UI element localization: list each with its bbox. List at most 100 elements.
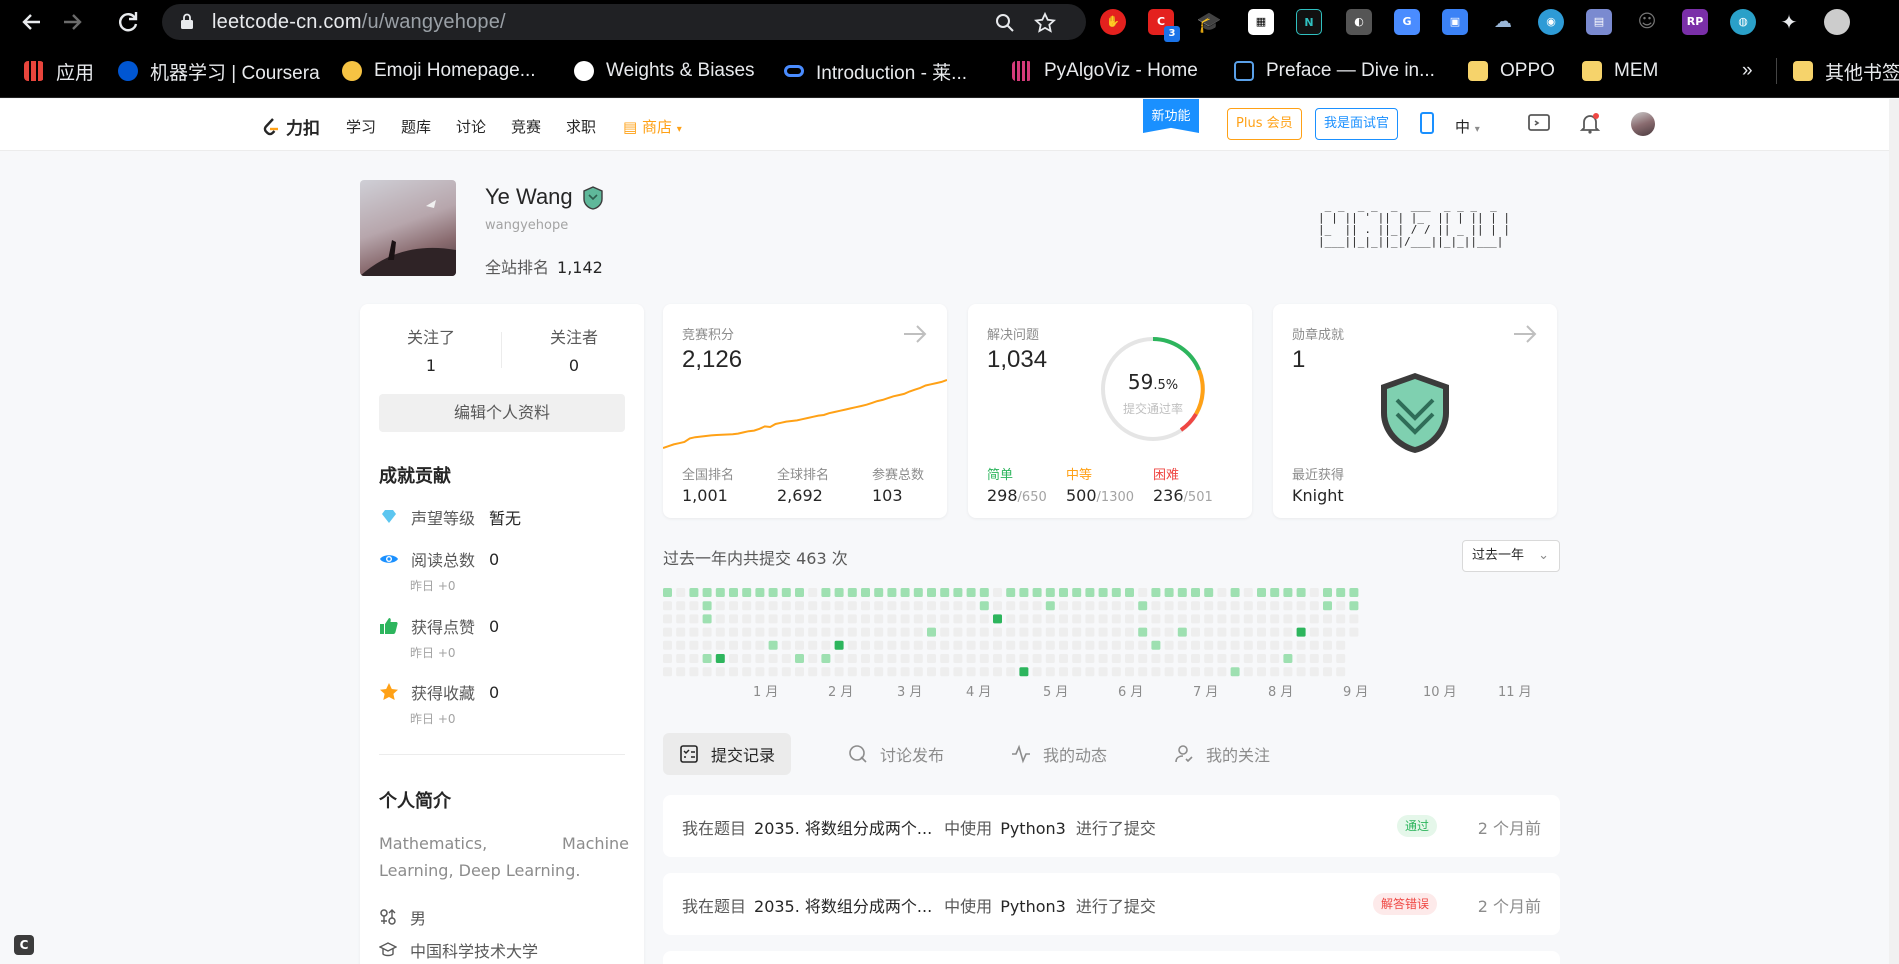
- translate-extension-icon[interactable]: G: [1394, 9, 1420, 35]
- reader-extension-icon[interactable]: ◐: [1346, 9, 1372, 35]
- heatmap-cell: [1283, 601, 1293, 611]
- heatmap-cell: [1191, 614, 1200, 624]
- c-corner-icon[interactable]: C: [14, 935, 34, 955]
- hard-value: 236: [1153, 486, 1184, 505]
- bookmark-emoji[interactable]: Emoji Homepage...: [342, 58, 536, 84]
- heatmap-cell: [702, 654, 712, 663]
- address-bar[interactable]: leetcode-cn.com/u/wangyehope/: [162, 4, 1086, 40]
- heatmap-range-select[interactable]: 过去一年 ⌄: [1462, 540, 1560, 572]
- nav-jobs[interactable]: 求职: [566, 116, 596, 137]
- circle-extension-icon[interactable]: ◉: [1538, 9, 1564, 35]
- heatmap-cell: [1072, 601, 1082, 611]
- site-header: 力扣 学习 题库 讨论 竞赛 求职 ▤ 商店 ▾ 中 ▾: [0, 99, 1899, 151]
- heatmap-cell: [1217, 614, 1227, 624]
- rp-extension-icon[interactable]: RP: [1682, 9, 1708, 35]
- rating-trend-series: [663, 379, 947, 449]
- heatmap-cell: [1296, 640, 1306, 650]
- box-extension-icon[interactable]: ▣: [1442, 9, 1468, 35]
- heatmap-cell: [913, 614, 923, 624]
- mobile-app-icon[interactable]: [1419, 111, 1435, 139]
- bookmark-pyalgoviz[interactable]: PyAlgoViz - Home: [1012, 58, 1198, 84]
- page-scrollbar[interactable]: [1889, 99, 1899, 964]
- playground-icon[interactable]: [1527, 112, 1551, 138]
- interviewer-button[interactable]: 我是面试官: [1315, 108, 1399, 140]
- tab-discussions[interactable]: 讨论发布: [832, 733, 960, 775]
- bookmark-star-icon[interactable]: [1033, 11, 1057, 34]
- n-extension-icon[interactable]: N: [1296, 9, 1322, 35]
- user-avatar[interactable]: [1631, 112, 1655, 136]
- status-badge[interactable]: 解答错误: [1372, 893, 1437, 915]
- heatmap-cell: [927, 588, 936, 597]
- heatmap-cell: [729, 627, 738, 637]
- bell-notification-icon[interactable]: [1578, 111, 1602, 139]
- nav-learn[interactable]: 学习: [346, 116, 376, 137]
- heatmap-month-label: 9 月: [1343, 685, 1368, 700]
- adblock-extension-icon[interactable]: ✋: [1100, 9, 1126, 35]
- heatmap-cell: [1243, 614, 1253, 624]
- zoom-icon[interactable]: [994, 12, 1016, 34]
- bookmark-oppo[interactable]: OPPO: [1468, 58, 1555, 84]
- bookmark-introduction[interactable]: Introduction - 莱...: [784, 58, 967, 84]
- heatmap-cell: [874, 654, 884, 663]
- qr-code-icon[interactable]: ▦: [1248, 9, 1274, 35]
- heatmap-cell: [729, 588, 738, 597]
- nav-contest[interactable]: 竞赛: [511, 116, 541, 137]
- heatmap-cell: [913, 588, 923, 597]
- puzzle-extensions-icon[interactable]: ✦: [1776, 9, 1802, 35]
- language-switch[interactable]: 中 ▾: [1455, 116, 1480, 137]
- globe-extension-icon[interactable]: ◍: [1730, 9, 1756, 35]
- submission-record[interactable]: 我在题目 2035. 将数组分成两个... 中使用 Python3 进行了提交 解答错误…: [663, 873, 1560, 935]
- bookmark-apps[interactable]: 应用: [24, 58, 94, 84]
- lock-icon: [181, 13, 193, 29]
- plus-member-button[interactable]: Plus 会员: [1227, 108, 1302, 140]
- heatmap-cell: [927, 640, 936, 650]
- bookmark-coursera[interactable]: 机器学习 | Coursera: [118, 58, 320, 84]
- heatmap-cell: [1230, 627, 1240, 637]
- heatmap-cell: [1204, 588, 1214, 597]
- heatmap-cell: [1177, 601, 1187, 611]
- gray-face-extension-icon[interactable]: ☺: [1634, 9, 1660, 35]
- contest-rating-card[interactable]: 竞赛积分 2,126 全国排名 1,001 全球排名 2,692 参赛总数 10…: [663, 304, 947, 518]
- leetcode-logo[interactable]: 力扣: [262, 114, 320, 139]
- tab-submissions[interactable]: 提交记录: [663, 733, 792, 775]
- profile-avatar-icon[interactable]: [1824, 9, 1850, 35]
- heatmap-cell: [847, 588, 857, 597]
- heatmap-cell: [900, 614, 910, 624]
- edit-profile-button[interactable]: 编辑个人资料: [379, 394, 625, 432]
- cloud-extension-icon[interactable]: ☁: [1490, 9, 1516, 35]
- reload-icon[interactable]: [112, 6, 144, 38]
- arrow-right-icon[interactable]: [901, 320, 929, 348]
- bookmarks-overflow-button[interactable]: »: [1742, 58, 1753, 84]
- submission-record[interactable]: 我在题目 2035. 将数组分成两个... 中使用 Python3 进行了提交 通过 2…: [663, 795, 1560, 857]
- heatmap-cell: [715, 640, 725, 650]
- followers-stat[interactable]: 关注者 0: [524, 324, 624, 375]
- nav-shop[interactable]: ▤ 商店 ▾: [623, 116, 682, 137]
- record-time: 2 个月前: [1477, 819, 1541, 838]
- contest-rating-value: 2,126: [682, 346, 743, 373]
- other-bookmarks[interactable]: 其他书签: [1776, 58, 1899, 84]
- heatmap-cell: [993, 640, 1002, 650]
- back-arrow-icon[interactable]: [16, 6, 48, 38]
- profile-handle: wangyehope: [485, 218, 569, 233]
- forward-arrow-icon[interactable]: [56, 6, 88, 38]
- submission-record[interactable]: [663, 951, 1560, 964]
- nav-discuss[interactable]: 讨论: [456, 116, 486, 137]
- tab-activity[interactable]: 我的动态: [995, 733, 1123, 775]
- nav-problems[interactable]: 题库: [401, 116, 431, 137]
- tab-following[interactable]: 我的关注: [1158, 733, 1286, 775]
- bookmark-label: MEM: [1614, 60, 1659, 81]
- record-question-link[interactable]: 2035. 将数组分成两个...: [754, 897, 932, 916]
- record-question-link[interactable]: 2035. 将数组分成两个...: [754, 819, 932, 838]
- heatmap-cell: [1270, 654, 1280, 663]
- bookmark-wandb[interactable]: Weights & Biases: [574, 58, 755, 84]
- bookmark-preface[interactable]: Preface — Dive in...: [1234, 58, 1435, 84]
- graduation-cap-icon[interactable]: 🎓: [1196, 9, 1222, 35]
- badges-card[interactable]: 勋章成就 1 最近获得 Knight: [1273, 304, 1557, 518]
- following-stat[interactable]: 关注了 1: [381, 324, 481, 375]
- save-extension-icon[interactable]: ▤: [1586, 9, 1612, 35]
- nav-shop-label: 商店: [641, 118, 672, 136]
- bookmark-mem[interactable]: MEM: [1582, 58, 1658, 84]
- status-badge[interactable]: 通过: [1396, 815, 1437, 837]
- arrow-right-icon[interactable]: [1511, 320, 1539, 348]
- diamond-icon: [382, 510, 396, 523]
